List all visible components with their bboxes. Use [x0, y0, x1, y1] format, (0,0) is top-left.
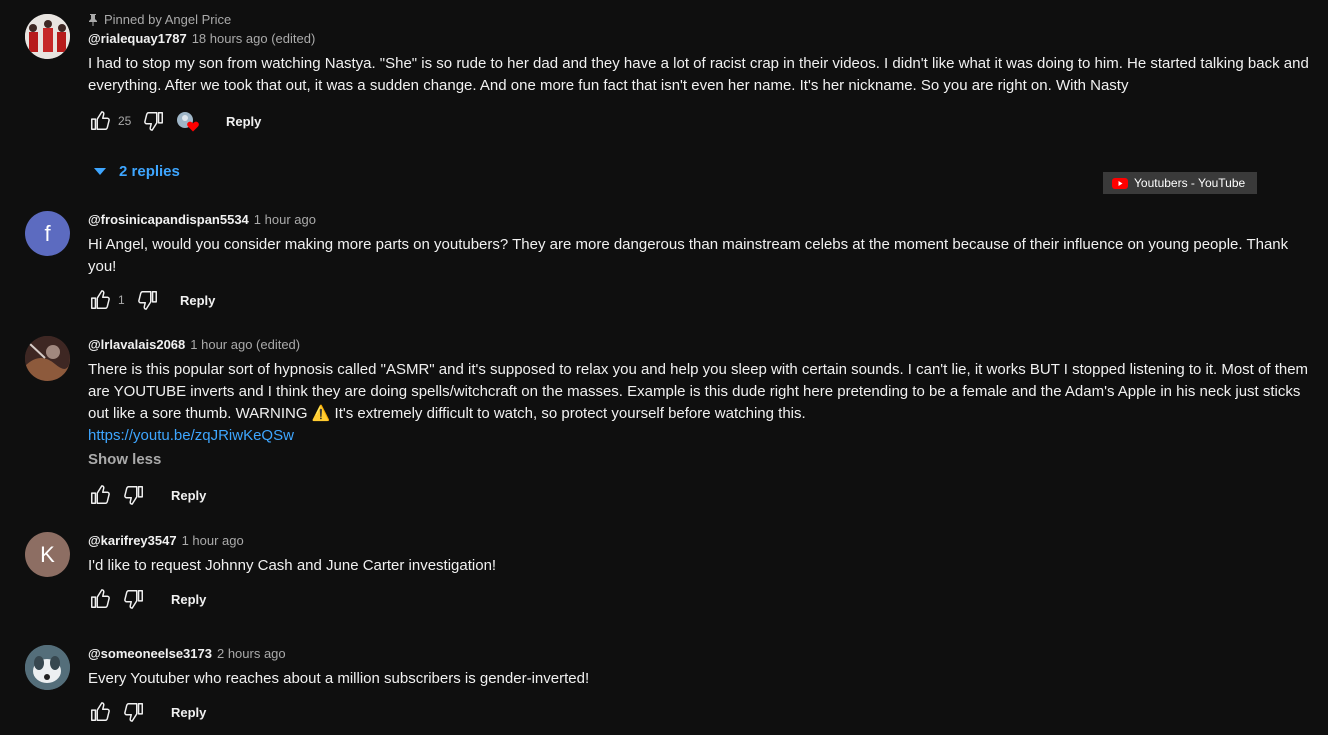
like-button[interactable] [88, 700, 112, 724]
avatar-image [25, 14, 70, 59]
thumb-down-icon [124, 486, 143, 505]
avatar[interactable] [25, 336, 70, 381]
reply-button[interactable]: Reply [172, 293, 223, 308]
like-button[interactable] [88, 483, 112, 507]
avatar-letter: K [40, 541, 55, 567]
comment-time[interactable]: 18 hours ago (edited) [192, 31, 316, 46]
youtube-logo-icon [1112, 177, 1128, 189]
avatar[interactable]: K [25, 532, 70, 577]
comment-author[interactable]: @karifrey3547 [88, 533, 177, 548]
avatar-image [25, 645, 70, 690]
creator-heart [176, 109, 200, 133]
avatar-image [25, 336, 70, 381]
reply-button[interactable]: Reply [163, 488, 214, 503]
like-count: 1 [118, 293, 125, 307]
dislike-button[interactable] [142, 109, 166, 133]
comment-text: I'd like to request Johnny Cash and June… [88, 557, 497, 574]
show-less-button[interactable]: Show less [88, 451, 1312, 473]
avatar[interactable] [25, 645, 70, 690]
tooltip-label: Youtubers - YouTube [1134, 176, 1246, 190]
thumb-up-icon [91, 589, 110, 608]
thumb-down-icon [124, 703, 143, 722]
thumb-up-icon [91, 702, 110, 721]
like-button[interactable] [88, 109, 112, 133]
pinned-label: Pinned by Angel Price [104, 12, 232, 27]
comment-text: There is this popular sort of hypnosis c… [88, 361, 1309, 422]
comment-text: Hi Angel, would you consider making more… [88, 236, 1289, 275]
comment-time[interactable]: 1 hour ago (edited) [190, 337, 300, 352]
dislike-button[interactable] [136, 288, 160, 312]
pinned-indicator: Pinned by Angel Price [88, 12, 1312, 27]
comment-time[interactable]: 2 hours ago [217, 646, 286, 661]
reply-button[interactable]: Reply [218, 114, 269, 129]
comment-author[interactable]: @rialequay1787 [88, 31, 187, 46]
thumb-up-icon [91, 290, 110, 309]
thumb-up-icon [91, 485, 110, 504]
thumb-up-icon [91, 111, 110, 130]
reply-button[interactable]: Reply [163, 592, 214, 607]
avatar[interactable] [25, 14, 70, 59]
pin-icon [88, 13, 98, 26]
avatar[interactable]: f [25, 211, 70, 256]
thumb-down-icon [144, 112, 163, 131]
comment-link[interactable]: https://youtu.be/zqJRiwKeQSw [88, 425, 1312, 447]
dislike-button[interactable] [122, 483, 146, 507]
comment-author[interactable]: @someoneelse3173 [88, 646, 212, 661]
like-button[interactable] [88, 587, 112, 611]
replies-count-label: 2 replies [119, 163, 180, 180]
comment-author[interactable]: @frosinicapandispan5534 [88, 212, 249, 227]
heart-icon [187, 121, 199, 132]
like-button[interactable] [88, 288, 112, 312]
comment-time[interactable]: 1 hour ago [254, 212, 316, 227]
thumb-down-icon [124, 590, 143, 609]
caret-down-icon [93, 167, 107, 176]
tooltip: Youtubers - YouTube [1103, 172, 1257, 194]
dislike-button[interactable] [122, 587, 146, 611]
dislike-button[interactable] [122, 700, 146, 724]
thumb-down-icon [138, 291, 157, 310]
avatar-letter: f [44, 220, 51, 246]
comment-author[interactable]: @lrlavalais2068 [88, 337, 185, 352]
comment-text: Every Youtuber who reaches about a milli… [88, 670, 590, 687]
comment-time[interactable]: 1 hour ago [182, 533, 244, 548]
comment-text: I had to stop my son from watching Nasty… [88, 55, 1309, 94]
like-count: 25 [118, 114, 132, 128]
view-replies-button[interactable]: 2 replies [93, 163, 180, 180]
reply-button[interactable]: Reply [163, 705, 214, 720]
